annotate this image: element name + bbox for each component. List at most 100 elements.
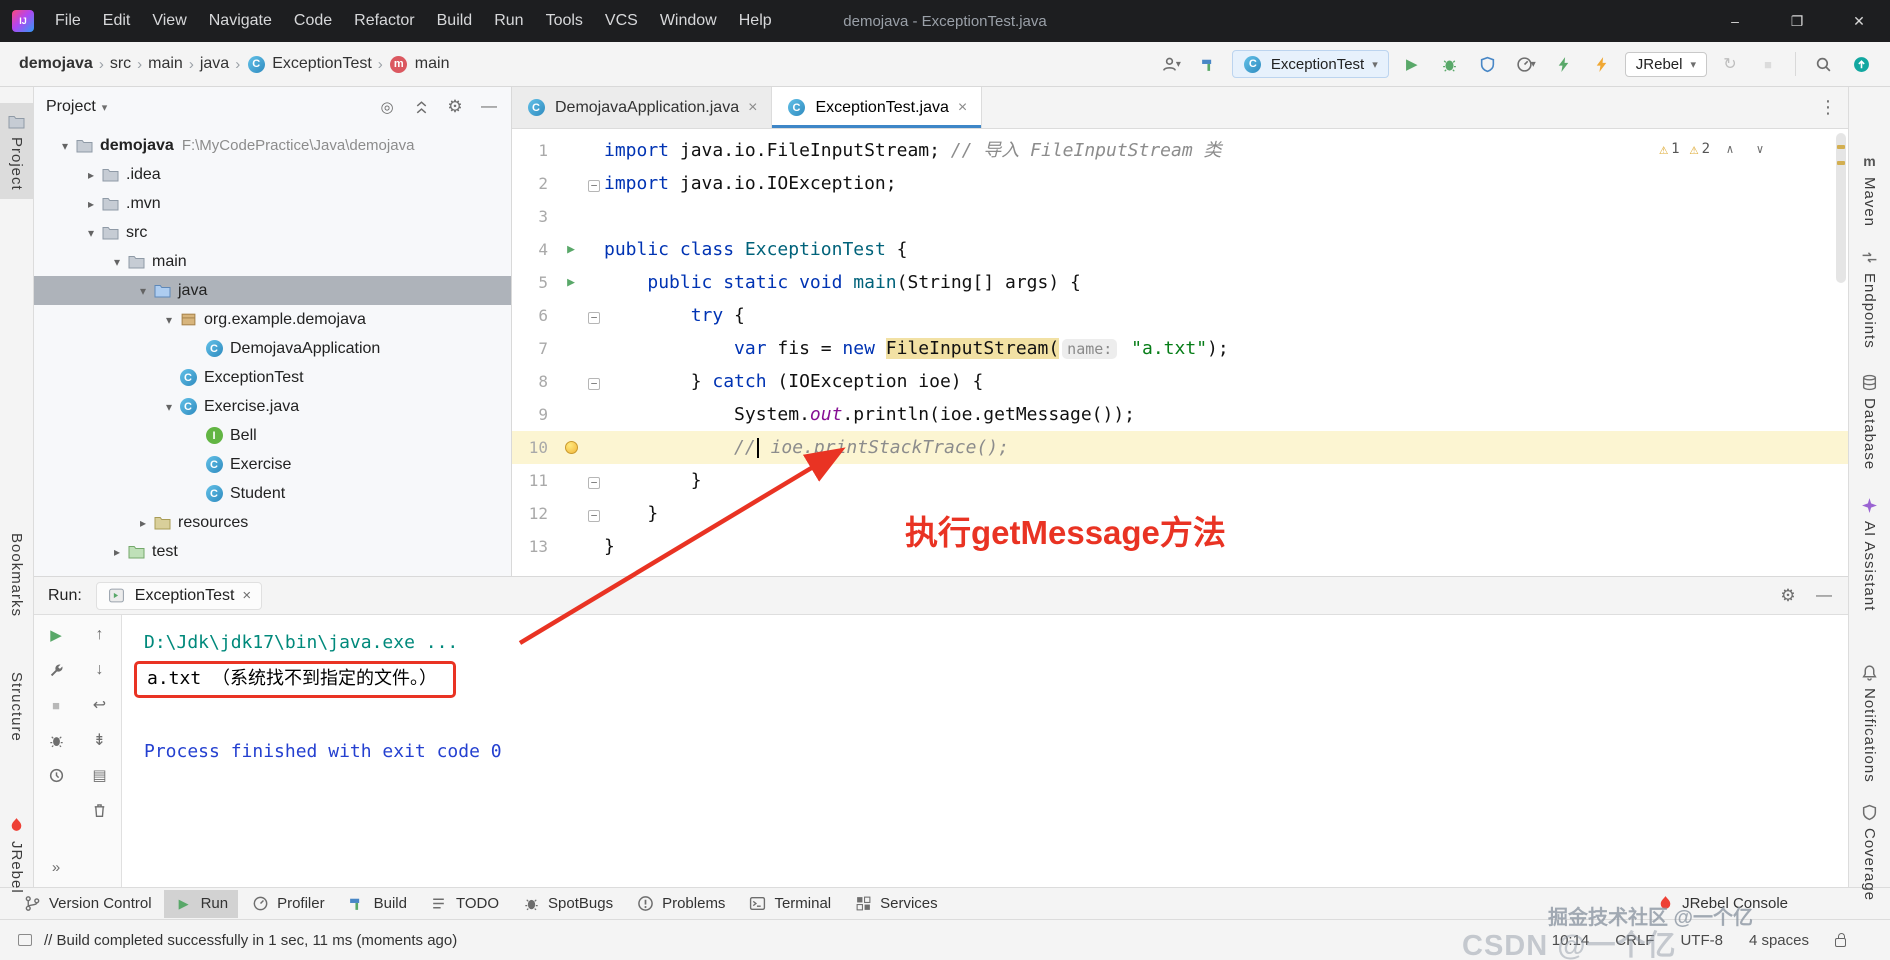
tree-item-student[interactable]: C Student [34,479,511,508]
menu-file[interactable]: File [44,0,92,42]
chevron-closed-icon[interactable]: ▸ [108,545,126,559]
tree-item-main[interactable]: ▾ main [34,247,511,276]
run-console[interactable]: D:\Jdk\jdk17\bin\java.exe ... a.txt （系统找不… [122,615,1848,887]
next-problem-icon[interactable]: ∨ [1750,139,1770,159]
code-editor[interactable]: ⚠ 1 ⚠ 2 ∧ ∨ 1 import java.io.FileInputStream; … [512,129,1848,576]
stripe-button-structure[interactable]: Structure [0,672,33,742]
project-view-selector[interactable]: Project ▾ [46,98,107,116]
breadcrumb-java[interactable]: java [195,53,234,75]
breadcrumb-demojava[interactable]: demojava [14,53,98,75]
menu-build[interactable]: Build [426,0,484,42]
zap-orange-button[interactable] [1587,49,1617,79]
tree-item--mvn[interactable]: ▸ .mvn [34,189,511,218]
breadcrumb-exceptiontest[interactable]: C ExceptionTest [241,52,377,76]
file-encoding-widget[interactable]: UTF-8 [1680,932,1723,949]
fold-icon[interactable]: − [588,477,600,489]
locate-icon[interactable]: ◎ [377,97,397,117]
wrench-button[interactable] [46,660,66,680]
chevron-closed-icon[interactable]: ▸ [82,197,100,211]
tree-item-bell[interactable]: I Bell [34,421,511,450]
toolwindow-button-terminal[interactable]: Terminal [737,890,841,918]
run-tab[interactable]: ExceptionTest × [95,581,263,610]
tree-item-exercise-java[interactable]: ▾ C Exercise.java [34,392,511,421]
stop-button[interactable]: ■ [1753,49,1783,79]
chevron-open-icon[interactable]: ▾ [134,284,152,298]
toolwindow-button-spotbugs[interactable]: SpotBugs [511,890,623,918]
tree-item-resources[interactable]: ▸ resources [34,508,511,537]
toolwindow-button-build[interactable]: Build [337,890,417,918]
fold-icon[interactable]: − [588,312,600,324]
tree-item-java[interactable]: ▾ java [34,276,511,305]
tree-item-test[interactable]: ▸ test [34,537,511,566]
statusbar-widget-icon[interactable] [18,934,32,946]
chevron-open-icon[interactable]: ▾ [56,139,74,153]
line-separator-widget[interactable]: CRLF [1615,932,1654,949]
search-button[interactable] [1808,49,1838,79]
toolwindow-button-run[interactable]: ▶ Run [163,889,239,918]
stripe-button-bookmarks[interactable]: Bookmarks [0,533,33,617]
intention-bulb-icon[interactable] [564,441,578,454]
collapse-all-icon[interactable] [411,97,431,117]
menu-window[interactable]: Window [649,0,728,42]
hammer-button[interactable] [1194,49,1224,79]
print-button[interactable]: ▤ [90,765,110,785]
stripe-button-project[interactable]: Project [0,103,33,199]
more-vertical-icon[interactable]: ⋮ [1818,97,1838,118]
run-line-icon[interactable]: ▶ [567,266,575,299]
profiler-button[interactable]: ▾ [1511,49,1541,79]
clear-button[interactable] [90,800,110,820]
chevron-open-icon[interactable]: ▾ [82,226,100,240]
jrebel-combo[interactable]: JRebel ▾ [1624,51,1707,77]
chevron-open-icon[interactable]: ▾ [160,400,178,414]
maximize-window-button[interactable]: ❐ [1766,0,1828,42]
stripe-button-ai-assistant[interactable]: AI Assistant [1849,495,1890,611]
tree-item-demojava[interactable]: ▾ demojava F:\MyCodePractice\Java\demojava [34,131,511,160]
user-button[interactable]: ▾ [1156,49,1186,79]
editor-scrollbar[interactable] [1834,129,1848,576]
close-icon[interactable]: × [958,99,967,117]
menu-refactor[interactable]: Refactor [343,0,425,42]
chevron-open-icon[interactable]: ▾ [108,255,126,269]
menu-tools[interactable]: Tools [535,0,594,42]
breadcrumb-main[interactable]: m main [384,52,455,76]
close-icon[interactable]: × [242,587,251,604]
menu-run[interactable]: Run [483,0,534,42]
toolwindow-button-profiler[interactable]: Profiler [240,890,335,918]
scrollbar-thumb[interactable] [1836,133,1846,283]
settings-icon[interactable]: ⚙ [445,97,465,117]
rerun-button[interactable]: ▶ [46,625,66,645]
debug-button[interactable] [1435,49,1465,79]
menu-view[interactable]: View [141,0,197,42]
toolwindow-button-version-control[interactable]: Version Control [12,890,162,918]
menu-edit[interactable]: Edit [92,0,142,42]
zap-green-button[interactable] [1549,49,1579,79]
history-button[interactable] [46,765,66,785]
chevron-closed-icon[interactable]: ▸ [82,168,100,182]
fold-icon[interactable]: − [588,180,600,192]
inspection-warning-count[interactable]: ⚠ 1 [1659,140,1679,158]
up-button[interactable]: ↑ [90,625,110,645]
hide-icon[interactable]: — [479,97,499,117]
run-line-icon[interactable]: ▶ [567,233,575,266]
tree-item-exercise[interactable]: C Exercise [34,450,511,479]
tree-item-exceptiontest[interactable]: C ExceptionTest [34,363,511,392]
toolwindow-button-todo[interactable]: TODO [419,890,509,918]
menu-vcs[interactable]: VCS [594,0,649,42]
chevron-closed-icon[interactable]: ▸ [134,516,152,530]
restart-button[interactable]: ↻ [1715,49,1745,79]
close-icon[interactable]: × [748,99,757,117]
scroll-end-button[interactable]: ⇟ [90,730,110,750]
stripe-button-jrebel[interactable]: JRebel [0,815,33,894]
down-button[interactable]: ↓ [90,660,110,680]
stripe-button-notifications[interactable]: Notifications [1849,662,1890,783]
close-window-button[interactable]: ✕ [1828,0,1890,42]
breadcrumb-src[interactable]: src [105,53,136,75]
chevron-open-icon[interactable]: ▾ [160,313,178,327]
stripe-button-endpoints[interactable]: Endpoints [1849,247,1890,349]
editor-tab-demojavaapplication-java[interactable]: C DemojavaApplication.java × [512,87,773,128]
stripe-button-database[interactable]: Database [1849,372,1890,470]
softwrap-button[interactable]: ↩ [90,695,110,715]
coverage-button[interactable] [1473,49,1503,79]
cursor-position-widget[interactable]: 10:14 [1552,932,1590,949]
menu-help[interactable]: Help [728,0,783,42]
